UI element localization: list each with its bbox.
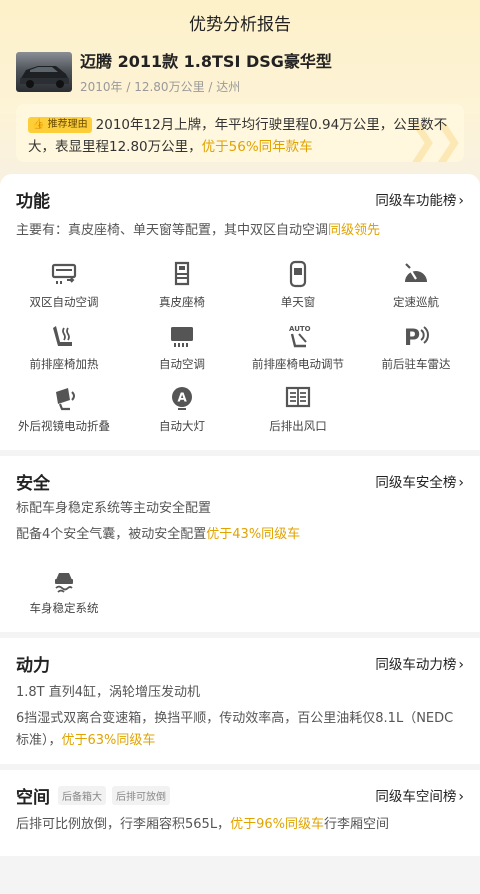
feature-item: 外后视镜电动折叠	[4, 384, 124, 440]
feature-label: 自动大灯	[159, 419, 205, 433]
svg-text:AUTO: AUTO	[289, 325, 311, 333]
stability-control-icon	[55, 573, 73, 593]
feature-item: P 前后驻车雷达	[356, 322, 476, 378]
feature-item: 后排出风口	[238, 384, 358, 440]
feature-label: 前排座椅电动调节	[252, 357, 344, 371]
space-tag: 后排可放倒	[112, 785, 170, 805]
parking-radar-icon: P	[404, 326, 429, 350]
car-thumbnail	[16, 52, 72, 92]
recommend-badge: 👍 推荐理由	[28, 117, 92, 133]
functions-title: 功能	[16, 191, 50, 212]
mirror-fold-icon	[56, 388, 75, 411]
feature-item: A 自动大灯	[122, 384, 242, 440]
bottom-spacer	[0, 856, 480, 894]
functions-ranking-link[interactable]: 同级车功能榜 ›	[375, 189, 464, 209]
feature-label: 外后视镜电动折叠	[18, 419, 110, 433]
space-line-1: 后排可比例放倒，行李厢容积565L，优于96%同级车行李厢空间	[16, 817, 389, 832]
feature-label: 自动空调	[159, 357, 205, 371]
feature-item: 真皮座椅	[122, 260, 242, 316]
svg-text:P: P	[404, 326, 420, 350]
feature-item: 车身稳定系统	[4, 566, 124, 622]
power-ranking-link[interactable]: 同级车动力榜 ›	[375, 653, 464, 673]
power-card: 动力 同级车动力榜 › 1.8T 直列4缸，涡轮增压发动机 6挡湿式双离合变速箱，…	[0, 638, 480, 764]
feature-label: 单天窗	[280, 295, 316, 309]
space-tag: 后备箱大	[58, 785, 106, 805]
feature-label: 车身稳定系统	[29, 601, 99, 615]
page-title: 优势分析报告	[189, 14, 291, 35]
feature-label: 真皮座椅	[159, 295, 205, 309]
chevron-right-icon: ›	[458, 193, 464, 209]
safety-line-1: 标配车身稳定系统等主动安全配置	[16, 501, 212, 516]
functions-summary: 主要有：真皮座椅、单天窗等配置，其中双区自动空调同级领先	[16, 223, 381, 238]
auto-ac-icon	[171, 327, 193, 347]
feature-item: 双区自动空调	[4, 260, 124, 316]
feature-label: 定速巡航	[393, 295, 439, 309]
car-name: 迈腾 2011款 1.8TSI DSG豪华型	[80, 52, 332, 71]
safety-title: 安全	[16, 473, 50, 494]
space-card: 空间 后备箱大 后排可放倒 同级车空间榜 › 后排可比例放倒，行李厢容积565L，…	[0, 770, 480, 856]
feature-item: 单天窗	[238, 260, 358, 316]
seat-heating-icon	[53, 326, 72, 346]
svg-text:A: A	[178, 391, 188, 405]
feature-item: 前排座椅加热	[4, 322, 124, 378]
power-seat-icon: AUTO	[289, 325, 311, 348]
safety-ranking-link[interactable]: 同级车安全榜 ›	[375, 471, 464, 491]
rear-vent-icon	[285, 386, 311, 408]
feature-label: 前排座椅加热	[29, 357, 99, 371]
chevron-right-icon: ›	[458, 789, 464, 805]
space-title: 空间	[16, 787, 50, 808]
cruise-control-icon	[405, 263, 427, 282]
chevron-right-icon: ›	[458, 657, 464, 673]
space-ranking-link[interactable]: 同级车空间榜 ›	[375, 785, 464, 805]
chevron-right-icon: ›	[458, 475, 464, 491]
feature-item: 自动空调	[122, 322, 242, 378]
dual-zone-ac-icon	[51, 263, 77, 284]
power-line-2: 6挡湿式双离合变速箱，换挡平顺，传动效率高，百公里油耗仅8.1L（NEDC标准）…	[16, 711, 454, 748]
power-line-1: 1.8T 直列4缸，涡轮增压发动机	[16, 685, 201, 700]
functions-card: 功能 同级车功能榜 › 主要有：真皮座椅、单天窗等配置，其中双区自动空调同级领先 …	[0, 174, 480, 450]
recommend-reason: ❯❯ 👍 推荐理由 2010年12月上牌，年平均行驶里程0.94万公里，公里数不大…	[16, 104, 464, 162]
power-title: 动力	[16, 655, 50, 676]
sunroof-icon	[289, 260, 307, 288]
page-header: 优势分析报告	[0, 0, 480, 44]
car-meta: 2010年 / 12.80万公里 / 达州	[80, 80, 241, 94]
feature-item: AUTO 前排座椅电动调节	[238, 322, 358, 378]
reason-highlight: 优于56%同年款车	[201, 139, 313, 155]
feature-label: 双区自动空调	[29, 295, 99, 309]
car-summary[interactable]: 迈腾 2011款 1.8TSI DSG豪华型 2010年 / 12.80万公里 …	[16, 52, 464, 96]
feature-label: 后排出风口	[269, 419, 327, 433]
feature-label: 前后驻车雷达	[381, 357, 451, 371]
feature-item: 定速巡航	[356, 260, 476, 316]
safety-line-2: 配备4个安全气囊，被动安全配置优于43%同级车	[16, 527, 301, 542]
leather-seat-icon	[174, 261, 190, 286]
auto-headlight-icon: A	[172, 387, 192, 410]
safety-card: 安全 同级车安全榜 › 标配车身稳定系统等主动安全配置 配备4个安全气囊，被动安全…	[0, 456, 480, 632]
